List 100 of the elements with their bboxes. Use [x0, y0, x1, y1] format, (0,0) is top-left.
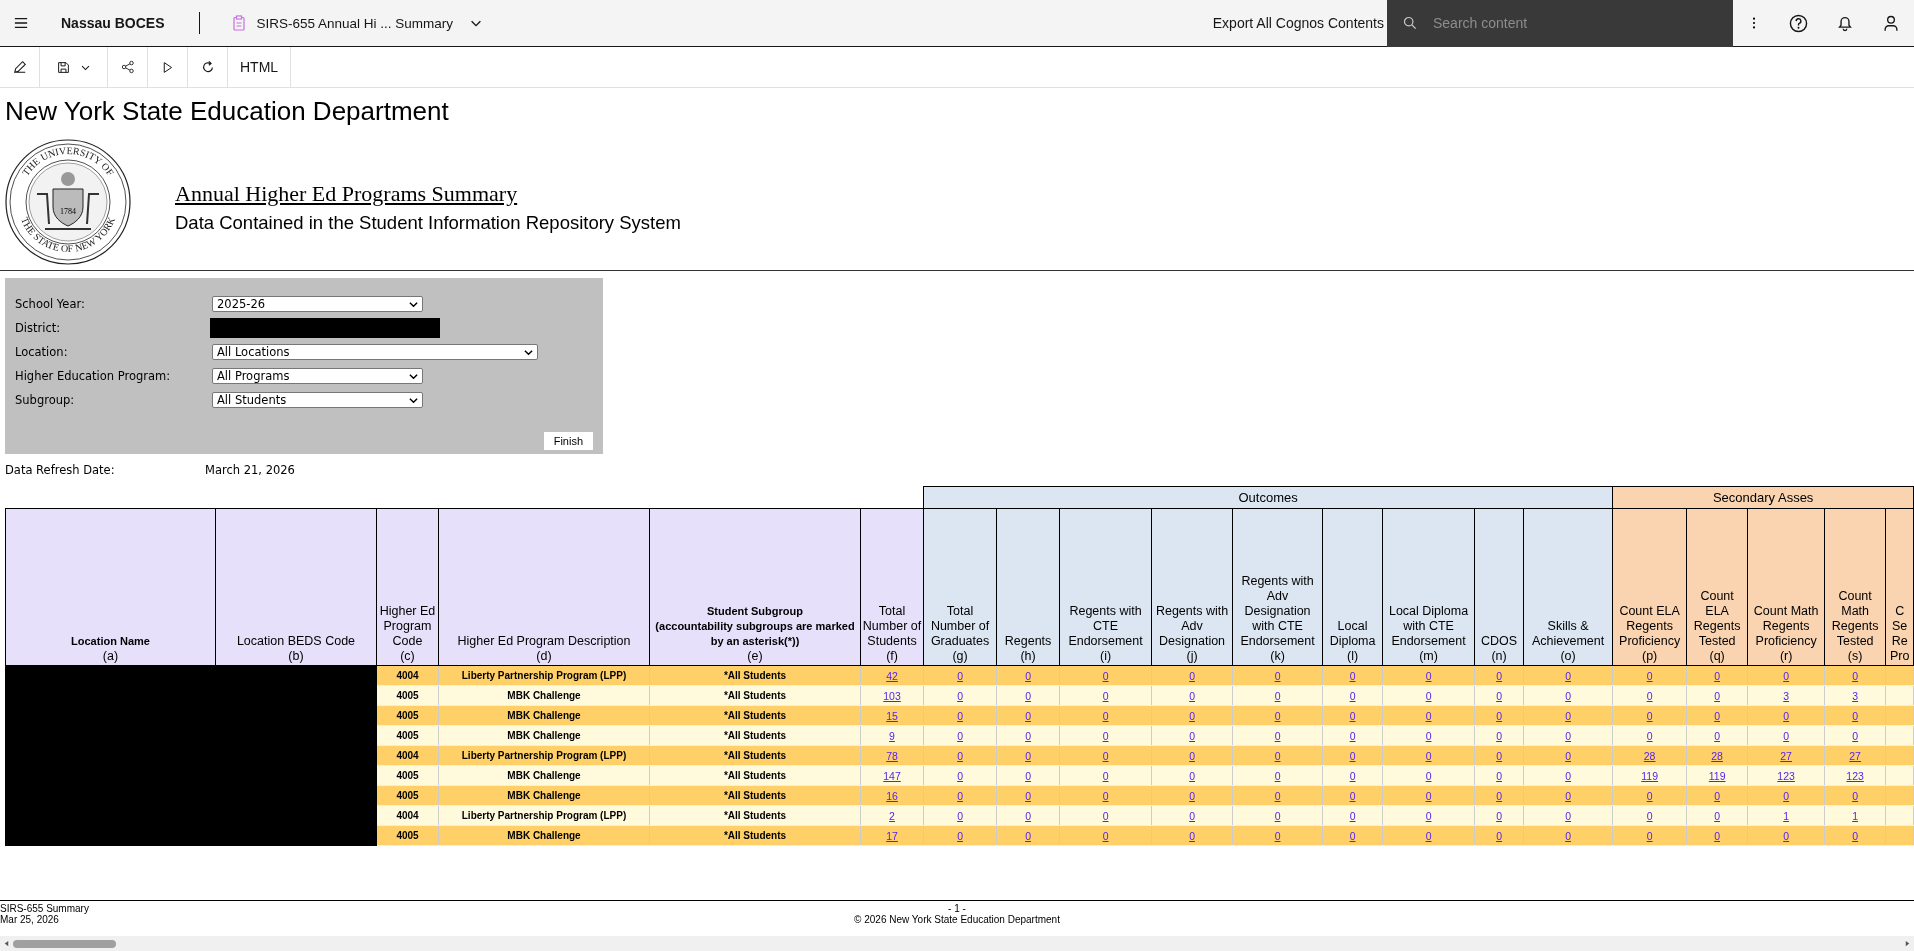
value-link[interactable]: 0 [1189, 709, 1195, 722]
dropdown[interactable]: All Students [212, 392, 423, 408]
value-link[interactable]: 0 [1646, 689, 1653, 702]
dropdown[interactable]: 2025-26 [212, 296, 423, 312]
value-link[interactable]: 0 [1189, 749, 1195, 762]
value-link[interactable]: 0 [1189, 729, 1195, 742]
value-link[interactable]: 0 [1349, 669, 1356, 682]
value-link[interactable]: 0 [1025, 749, 1031, 762]
value-link[interactable]: 0 [1274, 749, 1281, 762]
scroll-left-icon[interactable] [3, 940, 10, 947]
value-link[interactable]: 0 [1714, 789, 1721, 802]
menu-icon[interactable] [14, 16, 28, 30]
value-link[interactable]: 1 [1852, 809, 1859, 822]
value-link[interactable]: 0 [1349, 769, 1356, 782]
value-link[interactable]: 103 [883, 689, 901, 702]
value-link[interactable]: 0 [957, 829, 963, 842]
value-link[interactable]: 0 [957, 809, 963, 822]
help-icon[interactable] [1789, 13, 1808, 33]
value-link[interactable]: 0 [1102, 769, 1109, 782]
value-link[interactable]: 123 [1777, 769, 1795, 782]
value-link[interactable]: 0 [1102, 809, 1109, 822]
value-link[interactable]: 0 [1565, 749, 1571, 762]
value-link[interactable]: 0 [1565, 669, 1571, 682]
value-link[interactable]: 0 [1425, 729, 1432, 742]
value-link[interactable]: 0 [1025, 669, 1031, 682]
value-link[interactable]: 0 [1349, 809, 1356, 822]
value-link[interactable]: 0 [1565, 769, 1571, 782]
value-link[interactable]: 0 [1102, 789, 1109, 802]
value-link[interactable]: 0 [1783, 709, 1790, 722]
value-link[interactable]: 0 [1852, 789, 1859, 802]
value-link[interactable]: 0 [1189, 829, 1195, 842]
value-link[interactable]: 0 [1714, 669, 1721, 682]
value-link[interactable]: 0 [1852, 669, 1859, 682]
value-link[interactable]: 17 [886, 829, 898, 842]
horizontal-scrollbar[interactable] [0, 936, 1914, 951]
org-name[interactable]: Nassau BOCES [61, 15, 165, 31]
value-link[interactable]: 0 [1646, 829, 1653, 842]
value-link[interactable]: 0 [1565, 689, 1571, 702]
value-link[interactable]: 0 [1274, 669, 1281, 682]
search-input[interactable]: Search content [1431, 14, 1715, 32]
value-link[interactable]: 0 [1102, 689, 1109, 702]
dropdown[interactable]: All Programs [212, 368, 423, 384]
value-link[interactable]: 0 [1274, 769, 1281, 782]
value-link[interactable]: 0 [1425, 769, 1432, 782]
dropdown[interactable]: All Locations [212, 344, 538, 360]
value-link[interactable]: 0 [1189, 689, 1195, 702]
value-link[interactable]: 0 [1274, 789, 1281, 802]
value-link[interactable]: 0 [1425, 749, 1432, 762]
value-link[interactable]: 0 [1425, 689, 1432, 702]
finish-button[interactable]: Finish [543, 432, 593, 450]
value-link[interactable]: 42 [886, 669, 898, 682]
notification-icon[interactable] [1836, 14, 1854, 32]
user-icon[interactable] [1882, 14, 1900, 32]
value-link[interactable]: 28 [1643, 749, 1656, 762]
value-link[interactable]: 0 [1102, 669, 1109, 682]
value-link[interactable]: 0 [1425, 709, 1432, 722]
value-link[interactable]: 0 [957, 749, 963, 762]
search-field[interactable]: Search content [1387, 0, 1733, 47]
value-link[interactable]: 0 [1714, 709, 1721, 722]
value-link[interactable]: 0 [1274, 709, 1281, 722]
value-link[interactable]: 0 [1565, 829, 1571, 842]
value-link[interactable]: 0 [1646, 669, 1653, 682]
value-link[interactable]: 0 [1102, 749, 1109, 762]
value-link[interactable]: 0 [1189, 769, 1195, 782]
value-link[interactable]: 0 [957, 789, 963, 802]
value-link[interactable]: 0 [1425, 829, 1432, 842]
value-link[interactable]: 0 [1349, 729, 1356, 742]
value-link[interactable]: 9 [889, 729, 895, 742]
value-link[interactable]: 0 [1025, 789, 1031, 802]
value-link[interactable]: 0 [1496, 789, 1502, 802]
value-link[interactable]: 0 [1565, 789, 1571, 802]
value-link[interactable]: 78 [886, 749, 898, 762]
value-link[interactable]: 0 [1783, 669, 1790, 682]
value-link[interactable]: 147 [883, 769, 901, 782]
export-link[interactable]: Export All Cognos Contents [1212, 15, 1384, 31]
value-link[interactable]: 1 [1783, 809, 1790, 822]
value-link[interactable]: 0 [1025, 729, 1031, 742]
value-link[interactable]: 0 [1646, 729, 1653, 742]
value-link[interactable]: 0 [1714, 809, 1721, 822]
report-title[interactable]: SIRS-655 Annual Hi ... Summary [256, 15, 454, 31]
value-link[interactable]: 0 [1025, 829, 1031, 842]
value-link[interactable]: 0 [1783, 789, 1790, 802]
value-link[interactable]: 0 [1274, 829, 1281, 842]
format-button[interactable]: HTML [228, 47, 292, 87]
value-link[interactable]: 3 [1783, 689, 1790, 702]
value-link[interactable]: 0 [1025, 769, 1031, 782]
value-link[interactable]: 0 [1496, 689, 1502, 702]
value-link[interactable]: 0 [1496, 809, 1502, 822]
value-link[interactable]: 0 [1646, 809, 1653, 822]
value-link[interactable]: 0 [1102, 829, 1109, 842]
value-link[interactable]: 0 [1783, 729, 1790, 742]
value-link[interactable]: 0 [1349, 789, 1356, 802]
value-link[interactable]: 0 [1565, 729, 1571, 742]
value-link[interactable]: 0 [1349, 829, 1356, 842]
value-link[interactable]: 0 [1852, 829, 1859, 842]
value-link[interactable]: 0 [1714, 689, 1721, 702]
value-link[interactable]: 0 [1349, 709, 1356, 722]
value-link[interactable]: 0 [1852, 709, 1859, 722]
value-link[interactable]: 16 [886, 789, 898, 802]
value-link[interactable]: 0 [1496, 829, 1502, 842]
